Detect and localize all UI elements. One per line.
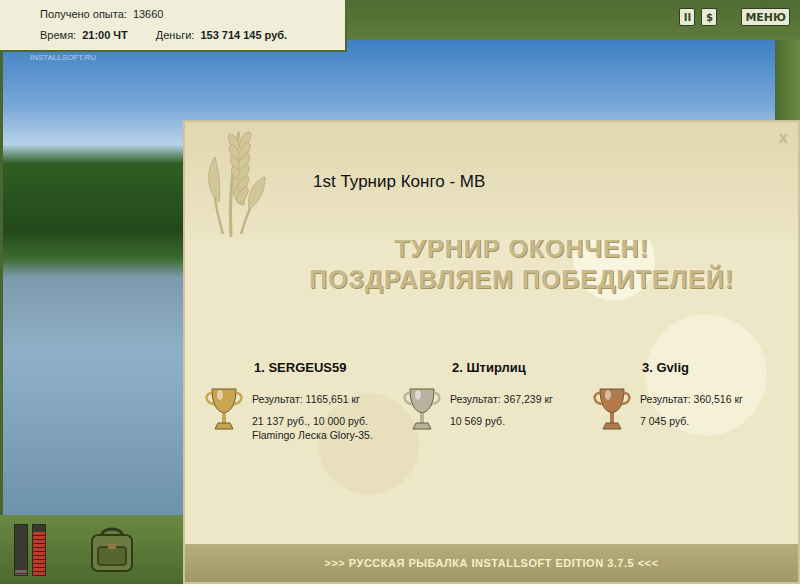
hud-panel: Получено опыта: 13660 Время: 21:00 ЧТ Деньги… — [0, 0, 347, 52]
winner-name: 1. SERGEUS59 — [202, 360, 400, 375]
toolbar-button[interactable]: $ — [701, 8, 717, 26]
winner-stats: Результат: 1165,651 кг 21 137 руб., 10 00… — [252, 385, 373, 441]
dialog-title: 1st Турнир Конго - МВ — [313, 172, 485, 192]
time-label: Время: — [40, 29, 76, 41]
hud-row: Время: 21:00 ЧТ Деньги: 153 714 145 руб. — [40, 29, 335, 41]
experience-label: Получено опыта: — [40, 8, 127, 20]
prize: 10 569 руб. — [450, 415, 553, 427]
winner-stats: Результат: 360,516 кг 7 045 руб. — [640, 385, 743, 435]
headline: ТУРНИР ОКОНЧЕН!ПОЗДРАВЛЯЕМ ПОБЕДИТЕЛЕЙ! — [185, 234, 798, 294]
meter-group — [14, 524, 46, 576]
close-button[interactable]: x — [775, 128, 792, 148]
menu-button[interactable]: МЕНЮ — [741, 8, 790, 26]
winner: 2. Штирлиц Результат: 367,239 кг 10 569 ру… — [400, 360, 590, 441]
winner-body: Результат: 360,516 кг 7 045 руб. — [590, 385, 798, 435]
toolbar-button[interactable]: II — [679, 8, 695, 26]
meter-fill — [33, 532, 45, 575]
hud-row: Получено опыта: 13660 — [40, 8, 335, 20]
experience-value: 13660 — [133, 8, 164, 20]
winners: 1. SERGEUS59 Результат: 1165,651 кг 21 137… — [185, 360, 798, 441]
tournament-dialog: 1st Турнир Конго - МВ x ТУРНИР ОКОНЧЕН!ПОЗ… — [183, 120, 800, 584]
prize: 7 045 руб. — [640, 415, 743, 427]
prize: Flamingo Леска Glory-35. — [252, 429, 373, 441]
winner-stats: Результат: 367,239 кг 10 569 руб. — [450, 385, 553, 435]
dialog-footer: >>> РУССКАЯ РЫБАЛКА INSTALLSOFT EDITION … — [185, 544, 798, 582]
prize: 21 137 руб., 10 000 руб. — [252, 415, 373, 427]
trophy-icon — [202, 385, 246, 435]
money-value: 153 714 145 руб. — [200, 29, 287, 41]
winner-prizes: 21 137 руб., 10 000 руб. Flamingo Леска G… — [252, 415, 373, 441]
winner-prizes: 7 045 руб. — [640, 415, 743, 427]
headline-line: ПОЗДРАВЛЯЕМ ПОБЕДИТЕЛЕЙ! — [309, 265, 734, 294]
winner-name: 2. Штирлиц — [400, 360, 590, 375]
winner-body: Результат: 367,239 кг 10 569 руб. — [400, 385, 590, 435]
winner: 1. SERGEUS59 Результат: 1165,651 кг 21 137… — [202, 360, 400, 441]
winner-prizes: 10 569 руб. — [450, 415, 553, 427]
watermark: INSTALLSOFT.RU — [30, 53, 96, 62]
meter — [32, 524, 46, 576]
meter — [14, 524, 28, 576]
winner: 3. Gvlig Результат: 360,516 кг 7 045 руб. — [590, 360, 798, 441]
trophy-icon — [400, 385, 444, 435]
game-screen: II $ МЕНЮ Получено опыта: 13660 Время: 21:00 Ч… — [0, 0, 800, 584]
winner-result: Результат: 1165,651 кг — [252, 393, 373, 405]
meter-fill — [15, 570, 27, 575]
dialog-header: 1st Турнир Конго - МВ x — [185, 122, 798, 240]
winner-name: 3. Gvlig — [590, 360, 798, 375]
wheat-logo-icon — [201, 122, 271, 240]
winner-result: Результат: 367,239 кг — [450, 393, 553, 405]
trophy-icon — [590, 385, 634, 435]
time-value: 21:00 ЧТ — [82, 29, 128, 41]
money-label: Деньги: — [156, 29, 195, 41]
backpack-icon[interactable] — [86, 525, 138, 575]
winner-result: Результат: 360,516 кг — [640, 393, 743, 405]
winner-body: Результат: 1165,651 кг 21 137 руб., 10 00… — [202, 385, 400, 441]
